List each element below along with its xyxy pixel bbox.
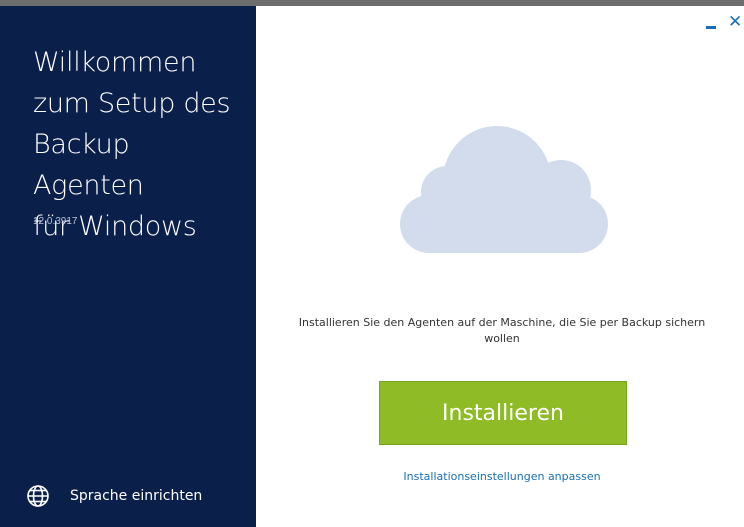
customize-settings-link[interactable]: Installationseinstellungen anpassen	[296, 470, 708, 483]
globe-icon	[26, 484, 50, 508]
language-setup-button[interactable]: Sprache einrichten	[26, 482, 202, 510]
window-controls: ✕	[706, 14, 742, 32]
minimize-icon[interactable]	[706, 14, 716, 32]
sidebar: Willkommen zum Setup des Backup Agenten …	[0, 6, 256, 527]
install-message: Installieren Sie den Agenten auf der Mas…	[298, 316, 706, 345]
version-label: 12.0.3917	[33, 216, 78, 227]
install-button[interactable]: Installieren	[379, 381, 627, 445]
cloud-icon	[400, 126, 608, 253]
language-setup-label: Sprache einrichten	[70, 488, 203, 504]
setup-window: Willkommen zum Setup des Backup Agenten …	[0, 0, 744, 527]
close-icon[interactable]: ✕	[728, 14, 742, 32]
